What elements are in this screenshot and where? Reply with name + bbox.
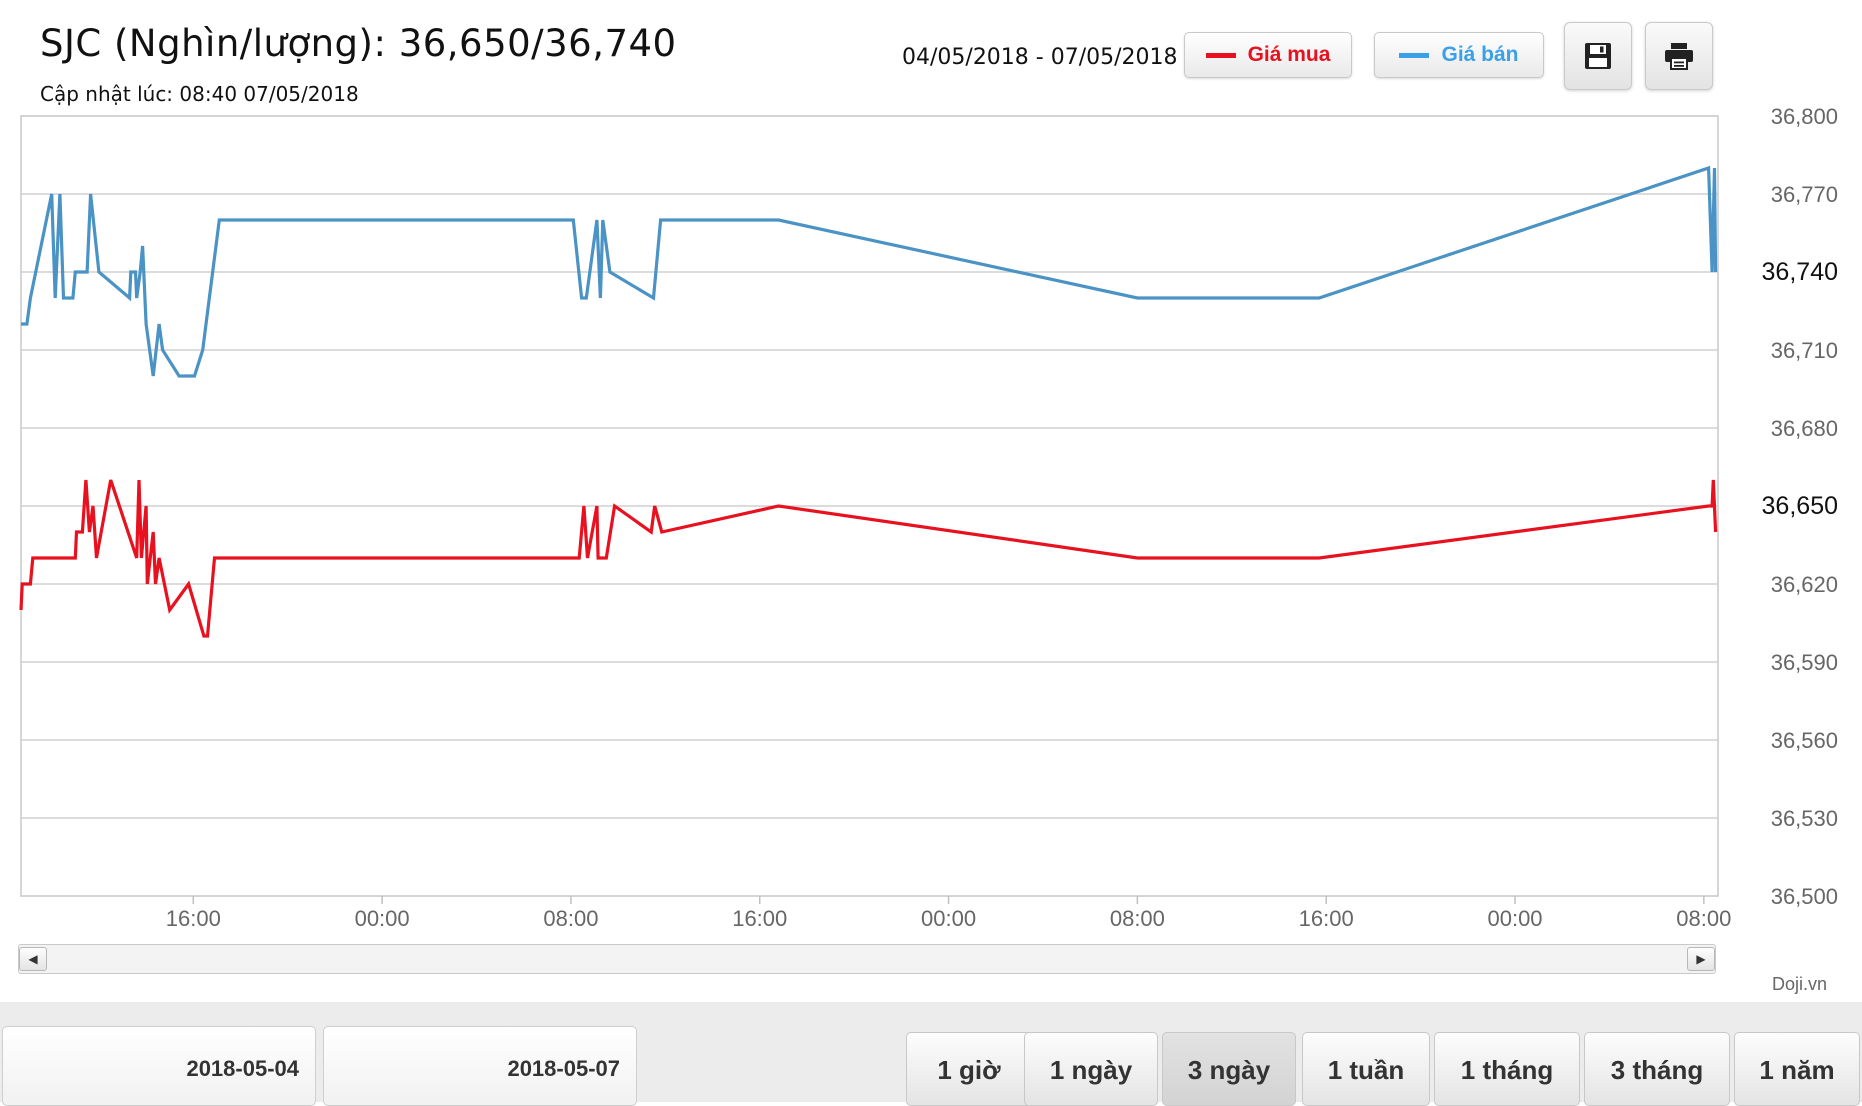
range-button[interactable]: 1 năm — [1734, 1032, 1860, 1106]
x-tick-label: 16:00 — [732, 906, 787, 931]
chart-scrollbar[interactable]: ◀ ▶ — [18, 944, 1716, 974]
x-tick-label: 08:00 — [1110, 906, 1165, 931]
x-tick-label: 08:00 — [543, 906, 598, 931]
x-tick-label: 16:00 — [1299, 906, 1354, 931]
y-tick-label: 36,680 — [1771, 416, 1838, 441]
range-button[interactable]: 3 ngày — [1162, 1032, 1296, 1106]
y-tick-label: 36,530 — [1771, 806, 1838, 831]
y-tick-label: 36,500 — [1771, 884, 1838, 909]
x-tick-label: 08:00 — [1676, 906, 1731, 931]
date-from-input[interactable]: 2018-05-04 — [2, 1026, 316, 1106]
y-tick-label: 36,560 — [1771, 728, 1838, 753]
y-tick-label: 36,770 — [1771, 182, 1838, 207]
range-button[interactable]: 1 tháng — [1434, 1032, 1580, 1106]
credit-label: Doji.vn — [1772, 974, 1828, 994]
x-tick-label: 00:00 — [355, 906, 410, 931]
x-tick-label: 00:00 — [921, 906, 976, 931]
price-chart: 36,500 36,530 36,560 36,590 36,620 36,650 36,6… — [19, 104, 1838, 931]
y-tick-label: 36,710 — [1771, 338, 1838, 363]
range-button[interactable]: 3 tháng — [1584, 1032, 1730, 1106]
scroll-right-button[interactable]: ▶ — [1687, 947, 1715, 971]
range-button[interactable]: 1 ngày — [1024, 1032, 1158, 1106]
buy-price-line — [19, 479, 1718, 638]
y-tick-label: 36,800 — [1771, 104, 1838, 129]
x-tick-label: 00:00 — [1487, 906, 1542, 931]
range-button[interactable]: 1 giờ — [906, 1032, 1032, 1106]
y-tick-label: 36,590 — [1771, 650, 1838, 675]
y-tick-label: 36,650 — [1762, 492, 1838, 520]
range-button[interactable]: 1 tuần — [1302, 1032, 1430, 1106]
y-tick-label: 36,740 — [1762, 258, 1838, 286]
arrow-left-icon: ◀ — [28, 952, 38, 966]
arrow-right-icon: ▶ — [1696, 952, 1706, 966]
date-to-input[interactable]: 2018-05-07 — [323, 1026, 637, 1106]
x-tick-label: 16:00 — [166, 906, 221, 931]
y-tick-label: 36,620 — [1771, 572, 1838, 597]
scroll-left-button[interactable]: ◀ — [19, 947, 47, 971]
